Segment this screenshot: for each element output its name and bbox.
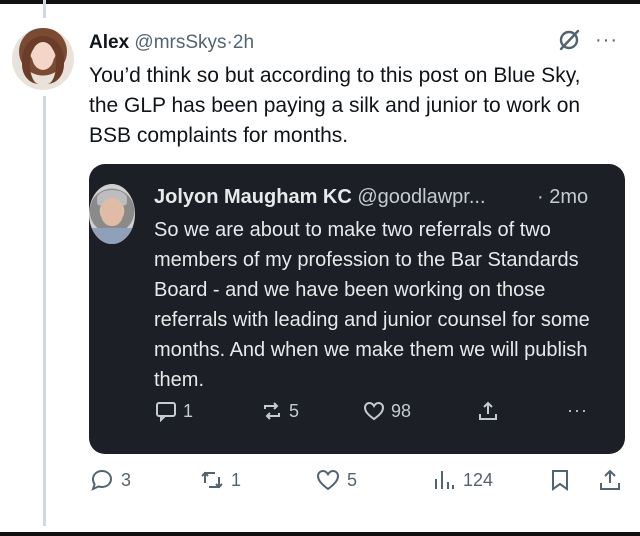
quoted-actions-bar: 1 5 98 ··· (155, 400, 615, 426)
share-button[interactable] (598, 468, 622, 492)
quoted-post-header: Jolyon Maugham KC @goodlawpr... (154, 184, 486, 210)
like-button[interactable]: 5 (316, 468, 357, 492)
quoted-repost-count: 5 (289, 400, 300, 421)
views-count: 124 (463, 469, 494, 490)
views-button[interactable]: 124 (432, 468, 493, 492)
reply-button[interactable]: 3 (90, 468, 131, 492)
post-text: You’d think so but according to this pos… (89, 64, 581, 147)
post-time[interactable]: 2h (233, 32, 254, 53)
author-name[interactable]: Alex (89, 32, 129, 53)
quoted-author-name[interactable]: Jolyon Maugham KC (154, 186, 352, 208)
post-actions-bar: 3 1 5 124 (90, 468, 630, 498)
top-border (0, 0, 640, 4)
like-count: 5 (347, 469, 358, 490)
bottom-border (0, 532, 640, 536)
quoted-reply-button[interactable]: 1 (155, 400, 193, 422)
thread-line-top (43, 0, 46, 18)
quoted-share-button[interactable] (477, 400, 499, 422)
quoted-repost-button[interactable]: 5 (261, 400, 299, 422)
quoted-like-count: 98 (391, 400, 412, 421)
author-handle[interactable]: @mrsSkys (134, 32, 226, 53)
repost-button[interactable]: 1 (200, 468, 241, 492)
author-avatar[interactable] (12, 28, 74, 90)
quoted-like-button[interactable]: 98 (363, 400, 411, 422)
repost-icon (264, 402, 280, 420)
bookmark-icon (552, 470, 568, 491)
share-icon (600, 469, 620, 490)
quoted-author-avatar[interactable] (89, 184, 135, 244)
bookmark-button[interactable] (548, 468, 572, 492)
repost-count: 1 (231, 469, 242, 490)
repost-icon (201, 471, 223, 489)
reply-icon (91, 469, 113, 491)
quoted-post[interactable]: Jolyon Maugham KC @goodlawpr... · 2mo So… (89, 164, 625, 454)
post-header: Alex @mrsSkys·2h (89, 31, 254, 55)
heart-icon (363, 401, 385, 421)
thread-line (43, 96, 46, 526)
quoted-post-text: So we are about to make two referrals of… (154, 219, 590, 391)
reply-icon (156, 402, 176, 422)
share-icon (479, 401, 497, 420)
heart-icon (316, 469, 340, 491)
quoted-reply-count: 1 (183, 400, 194, 421)
grok-icon[interactable] (556, 27, 582, 53)
reply-count: 3 (121, 469, 132, 490)
quoted-more-options-icon[interactable]: ··· (567, 400, 588, 421)
quoted-post-time[interactable]: · 2mo (537, 184, 588, 210)
more-options-icon[interactable]: ··· (595, 30, 618, 50)
quoted-author-handle[interactable]: @goodlawpr... (357, 186, 485, 208)
views-icon (435, 471, 454, 489)
